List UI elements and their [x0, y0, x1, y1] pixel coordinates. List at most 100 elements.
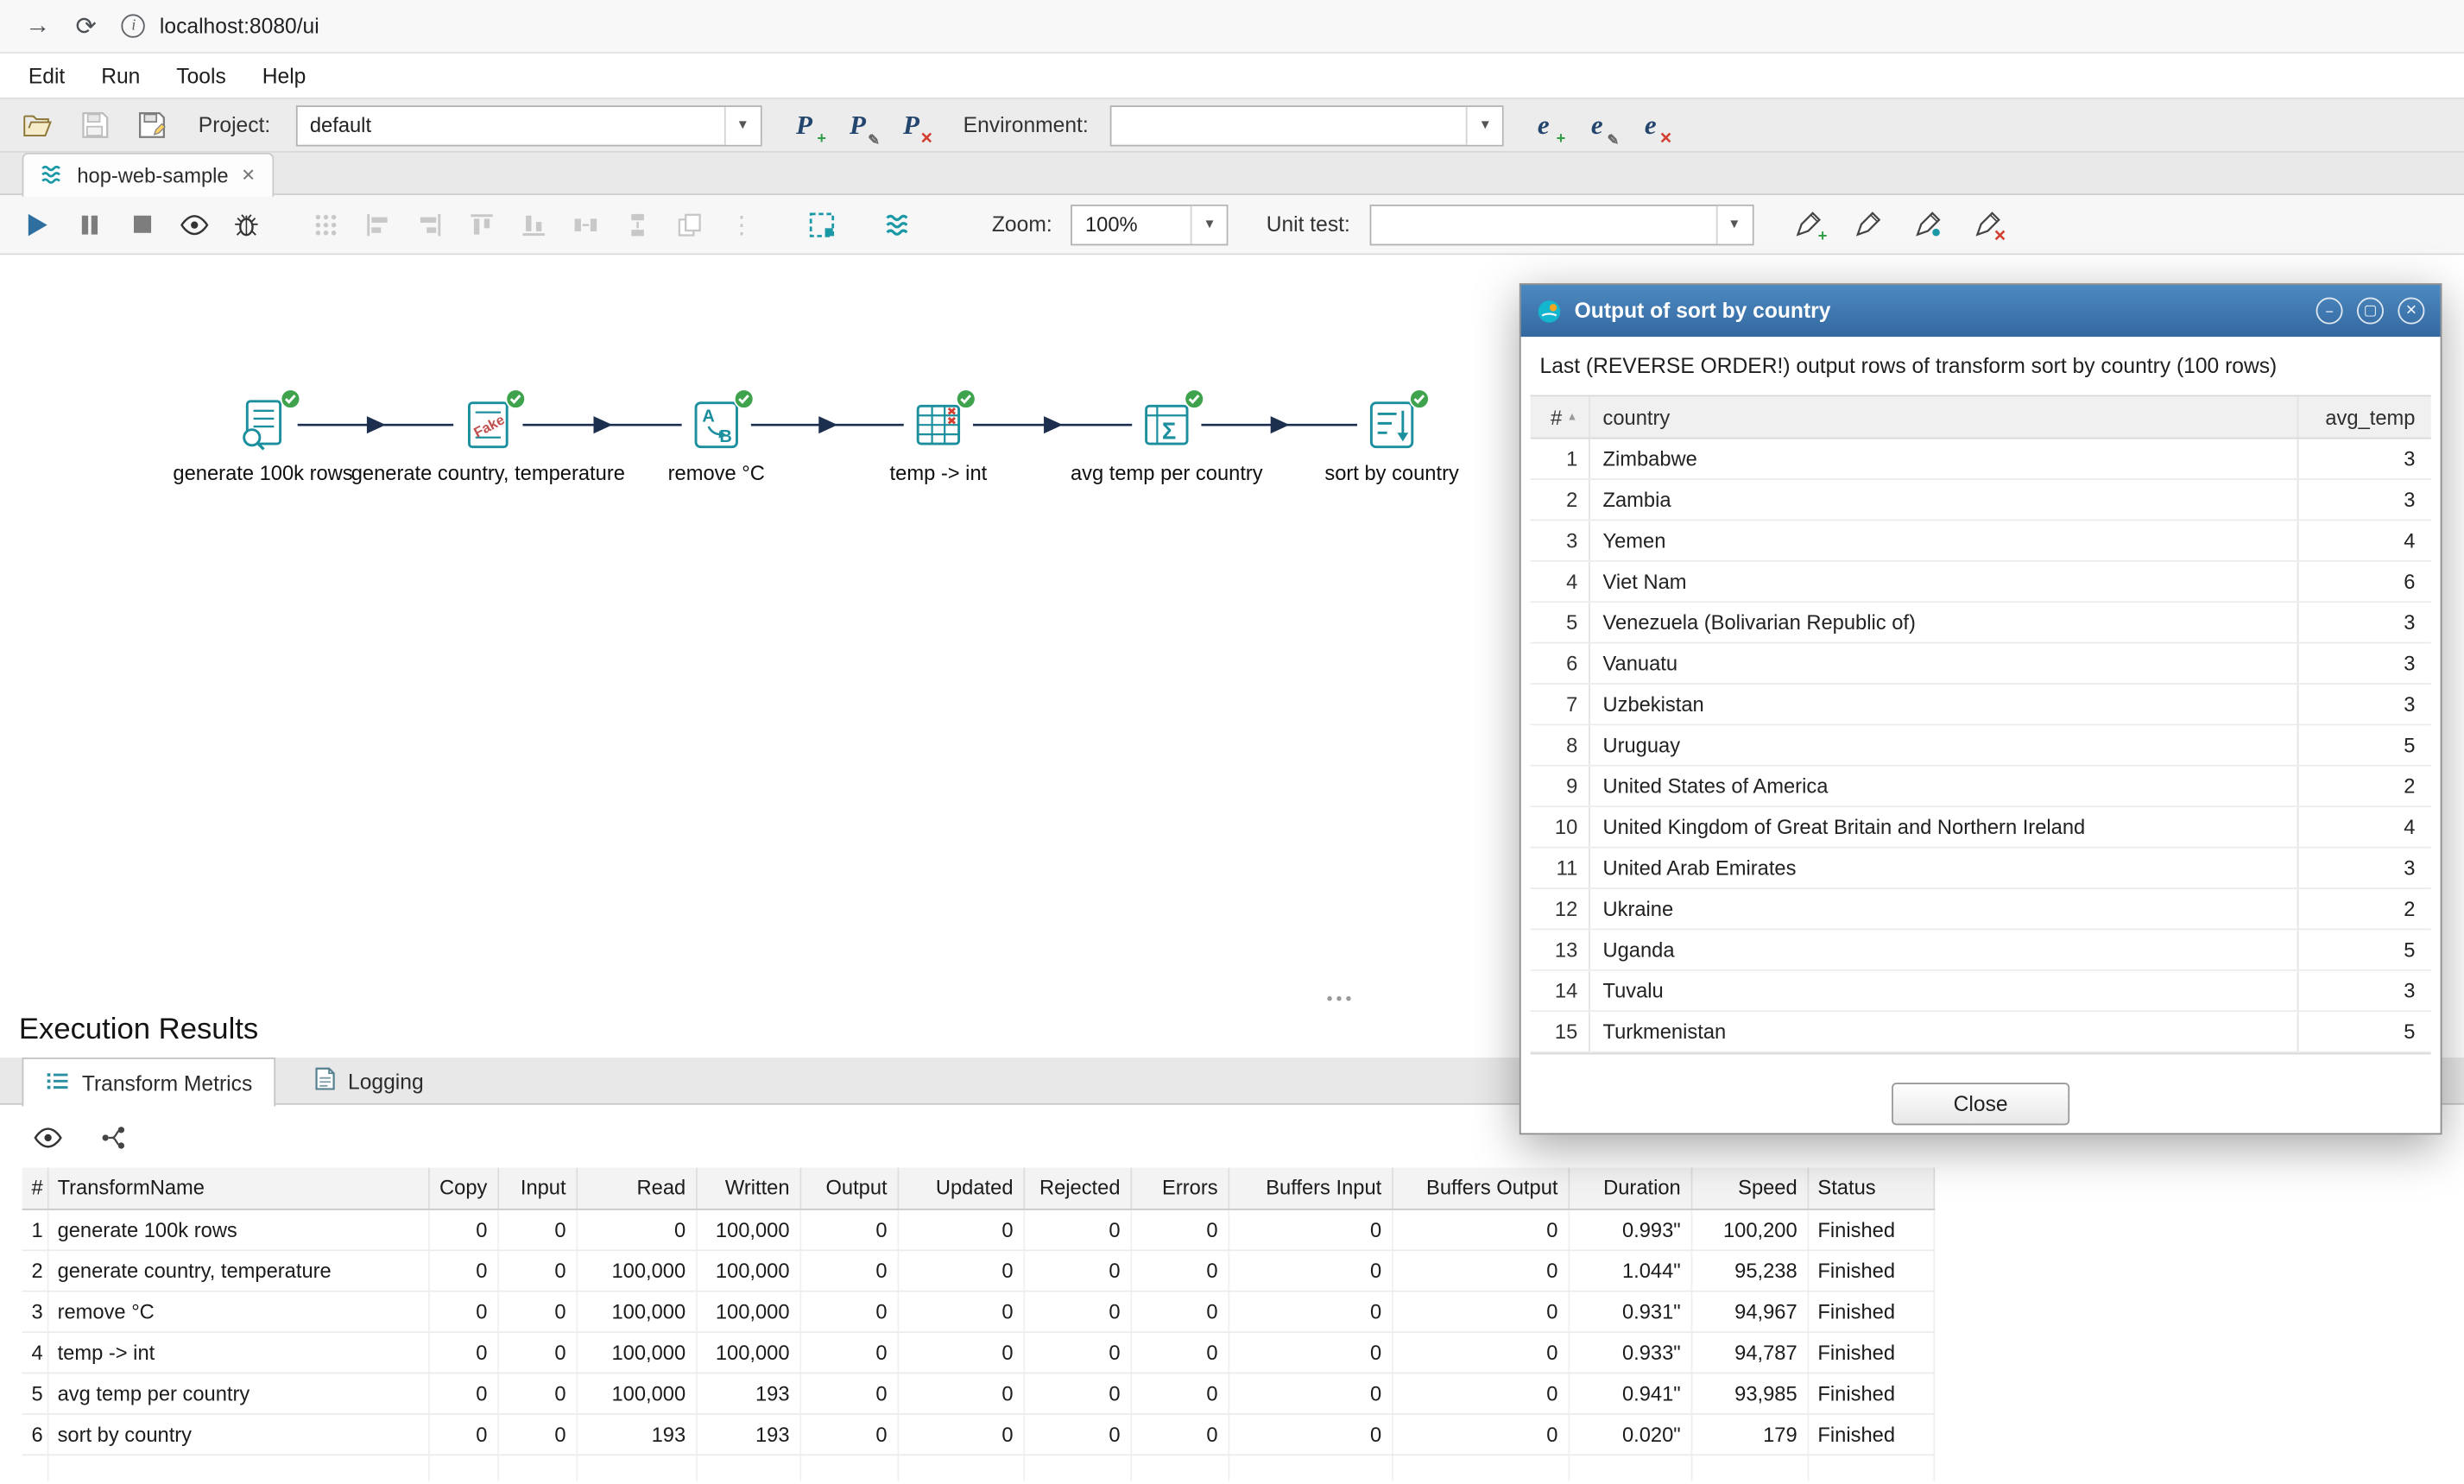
close-button[interactable]: Close	[1892, 1083, 2069, 1125]
project-select[interactable]: default ▾	[295, 104, 761, 145]
dialog-row[interactable]: 14Tuvalu3	[1531, 971, 2431, 1012]
unit-test-delete-icon[interactable]: ✕	[1970, 205, 2005, 243]
dialog-row[interactable]: 1Zimbabwe3	[1531, 439, 2431, 480]
unit-test-select[interactable]: ▾	[1369, 204, 1753, 244]
chevron-down-icon[interactable]: ▾	[723, 106, 760, 144]
close-icon[interactable]: ✕	[2398, 298, 2424, 325]
eye-icon[interactable]	[28, 1116, 66, 1157]
log-document-icon	[315, 1067, 336, 1096]
chevron-down-icon[interactable]: ▾	[1466, 106, 1502, 144]
menu-item-tools[interactable]: Tools	[170, 60, 232, 91]
metrics-row[interactable]: 4temp -> int00100,000100,0000000000.933"…	[22, 1331, 1934, 1372]
unit-test-edit-icon[interactable]	[1851, 205, 1886, 243]
reload-icon[interactable]: ⟳	[76, 10, 97, 41]
splitter-handle[interactable]	[1327, 996, 1350, 1001]
tab-hop-web-sample[interactable]: hop-web-sample ✕	[22, 153, 275, 197]
tab-logging[interactable]: Logging	[293, 1058, 445, 1105]
metrics-column-header: Copy	[428, 1168, 497, 1209]
chevron-down-icon[interactable]: ▾	[1715, 205, 1752, 243]
debug-icon[interactable]	[230, 205, 261, 243]
dialog-row[interactable]: 9United States of America2	[1531, 767, 2431, 807]
preview-icon[interactable]	[178, 205, 209, 243]
metrics-table-area: #TransformNameCopyInputReadWrittenOutput…	[22, 1168, 2464, 1484]
metrics-row[interactable]: 5avg temp per country00100,0001930000000…	[22, 1373, 1934, 1413]
edit-environment-button[interactable]: e ✎	[1576, 104, 1617, 145]
app-window: → ⟳ i localhost:8080/ui Edit Run Tools Help…	[0, 0, 2464, 1484]
pencil-badge-icon: ✎	[1608, 133, 1620, 147]
metrics-cell: sort by country	[47, 1413, 428, 1454]
replace-string-icon: AB	[688, 396, 745, 453]
row-index: 10	[1531, 807, 1590, 847]
hop-pipeline-icon[interactable]	[883, 205, 914, 243]
dialog-row[interactable]: 11United Arab Emirates3	[1531, 849, 2431, 889]
dialog-row[interactable]: 13Uganda5	[1531, 930, 2431, 970]
metrics-cell: 0	[428, 1373, 497, 1413]
dialog-row[interactable]: 7Uzbekistan3	[1531, 685, 2431, 725]
tab-transform-metrics[interactable]: Transform Metrics	[22, 1058, 276, 1107]
open-file-icon[interactable]	[19, 104, 57, 145]
menu-item-run[interactable]: Run	[95, 60, 147, 91]
dialog-titlebar[interactable]: Output of sort by country − ▢ ✕	[1521, 285, 2441, 337]
info-icon[interactable]: i	[122, 14, 145, 37]
dialog-row[interactable]: 15Turkmenistan5	[1531, 1012, 2431, 1052]
dialog-row[interactable]: 2Zambia3	[1531, 480, 2431, 521]
environment-select[interactable]: ▾	[1110, 104, 1504, 145]
metrics-cell: 94,967	[1691, 1291, 1808, 1331]
dialog-row[interactable]: 8Uruguay5	[1531, 725, 2431, 766]
metrics-cell: 0	[1392, 1331, 1568, 1372]
add-project-button[interactable]: P +	[784, 104, 824, 145]
unit-test-create-icon[interactable]: +	[1791, 205, 1825, 243]
save-as-icon[interactable]	[132, 104, 170, 145]
metrics-row[interactable]: 2generate country, temperature00100,0001…	[22, 1249, 1934, 1290]
add-environment-button[interactable]: e +	[1523, 104, 1564, 145]
stop-icon[interactable]	[126, 205, 157, 243]
dialog-row[interactable]: 10United Kingdom of Great Britain and No…	[1531, 807, 2431, 848]
dialog-row[interactable]: 4Viet Nam6	[1531, 562, 2431, 603]
column-header-index[interactable]: #▲	[1531, 396, 1590, 437]
unit-test-detach-icon[interactable]	[1911, 205, 1945, 243]
dialog-row[interactable]: 3Yemen4	[1531, 521, 2431, 561]
metrics-row[interactable]: 6sort by country001931930000000.020"179F…	[22, 1413, 1934, 1454]
edit-project-button[interactable]: P ✎	[837, 104, 878, 145]
column-header-country[interactable]: country	[1590, 396, 2299, 437]
row-index: 9	[1531, 767, 1590, 806]
metrics-cell: 0.931"	[1568, 1291, 1690, 1331]
dialog-row[interactable]: 6Vanuatu3	[1531, 644, 2431, 685]
metrics-cell: Finished	[1808, 1331, 1934, 1372]
zoom-select[interactable]: 100% ▾	[1071, 204, 1229, 244]
row-index: 15	[1531, 1012, 1590, 1051]
run-icon[interactable]	[22, 205, 54, 243]
zoom-label: Zoom:	[992, 212, 1052, 236]
menu-item-edit[interactable]: Edit	[22, 60, 72, 91]
close-tab-icon[interactable]: ✕	[241, 165, 256, 186]
forward-icon[interactable]: →	[25, 12, 50, 41]
metrics-cell: 4	[22, 1331, 47, 1372]
maximize-icon[interactable]: ▢	[2357, 298, 2384, 325]
column-header-avg-temp[interactable]: avg_temp	[2299, 396, 2431, 437]
metrics-cell: 0	[897, 1413, 1023, 1454]
branch-icon[interactable]	[94, 1116, 132, 1157]
metrics-cell: temp -> int	[47, 1331, 428, 1372]
metrics-cell: 0	[1228, 1249, 1392, 1290]
delete-environment-button[interactable]: e ✕	[1630, 104, 1671, 145]
address-bar[interactable]: i localhost:8080/ui	[122, 14, 319, 37]
dialog-row[interactable]: 12Ukraine2	[1531, 889, 2431, 930]
menu-item-help[interactable]: Help	[256, 60, 312, 91]
delete-project-button[interactable]: P ✕	[891, 104, 932, 145]
metrics-column-header: Updated	[897, 1168, 1023, 1209]
dialog-row[interactable]: 5Venezuela (Bolivarian Republic of)3	[1531, 603, 2431, 643]
chevron-down-icon[interactable]: ▾	[1191, 205, 1227, 243]
metrics-row[interactable]: 1generate 100k rows000100,0000000000.993…	[22, 1209, 1934, 1249]
country-cell: Zambia	[1590, 480, 2299, 520]
dialog-title: Output of sort by country	[1575, 299, 2303, 322]
metrics-column-header: Read	[576, 1168, 696, 1209]
select-mode-icon[interactable]	[806, 205, 837, 243]
minimize-icon[interactable]: −	[2316, 298, 2343, 325]
metrics-cell: 0	[1392, 1209, 1568, 1249]
metrics-cell: 0	[497, 1413, 576, 1454]
pause-icon[interactable]	[74, 205, 105, 243]
country-cell: Vanuatu	[1590, 644, 2299, 684]
metrics-cell: 100,000	[576, 1373, 696, 1413]
more-vertical-icon: ⋮	[726, 205, 757, 243]
metrics-row[interactable]: 3remove °C00100,000100,0000000000.931"94…	[22, 1291, 1934, 1331]
